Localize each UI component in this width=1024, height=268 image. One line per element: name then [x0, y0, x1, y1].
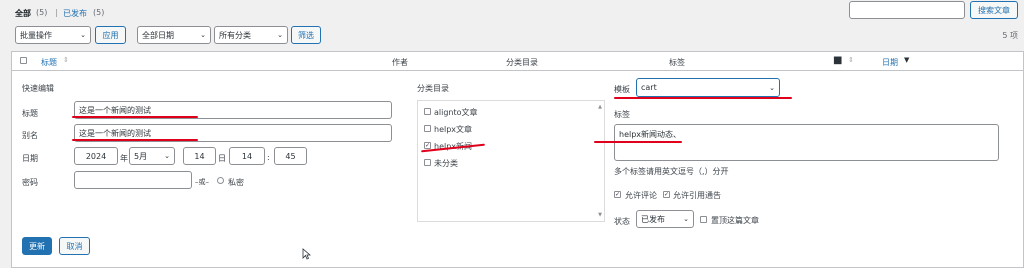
annotation-underline: [72, 116, 198, 118]
chevron-down-icon: ⌄: [277, 31, 283, 39]
filter-published[interactable]: 已发布: [63, 8, 87, 19]
category-filter-value: 所有分类: [219, 30, 251, 40]
sticky-checkbox[interactable]: [700, 216, 707, 223]
status-label: 状态: [614, 217, 630, 226]
annotation-underline: [614, 97, 792, 99]
bulk-actions-value: 批量操作: [20, 30, 52, 40]
select-all-checkbox[interactable]: [20, 57, 27, 64]
title-label: 标题: [22, 109, 38, 118]
status-select[interactable]: 已发布 ⌄: [636, 210, 694, 228]
allow-pings-checkbox[interactable]: ✓: [663, 191, 670, 198]
table-header: 标题 ⇕ 作者 分类目录 标签 ■ ⇕ 日期 ▼: [11, 51, 1024, 71]
tags-hint: 多个标签请用英文逗号（,）分开: [614, 167, 729, 176]
or-text: –或–: [195, 178, 209, 186]
search-button[interactable]: 搜索文章: [970, 1, 1018, 19]
private-label: 私密: [228, 178, 244, 187]
allow-comments-label: 允许评论: [625, 191, 657, 200]
category-checkbox[interactable]: [424, 108, 431, 115]
column-categories: 分类目录: [506, 58, 538, 67]
chevron-down-icon: ⌄: [80, 31, 86, 39]
template-value: cart: [641, 83, 657, 92]
sort-icon: ⇕: [63, 56, 69, 64]
time-colon: :: [267, 153, 270, 162]
annotation-underline: [594, 141, 682, 143]
filter-all[interactable]: 全部: [15, 8, 31, 19]
bulk-actions-select[interactable]: 批量操作 ⌄: [15, 26, 91, 44]
chevron-down-icon: ⌄: [164, 152, 170, 160]
sticky-label: 置顶这篇文章: [711, 216, 759, 225]
search-input[interactable]: [849, 1, 965, 19]
filter-all-count: (5): [36, 8, 48, 17]
password-input[interactable]: [74, 171, 192, 189]
tags-label: 标签: [614, 110, 630, 119]
quick-edit-heading: 快速编辑: [22, 84, 54, 93]
chevron-down-icon: ⌄: [200, 31, 206, 39]
date-filter-select[interactable]: 全部日期 ⌄: [137, 26, 211, 44]
category-checkbox[interactable]: [424, 125, 431, 132]
year-input[interactable]: 2024: [74, 147, 118, 165]
year-unit: 年: [120, 154, 128, 163]
update-button[interactable]: 更新: [22, 237, 52, 255]
minute-input[interactable]: 45: [274, 147, 307, 165]
sort-icon: ⇕: [848, 56, 854, 64]
annotation-underline: [72, 139, 198, 141]
column-author: 作者: [392, 58, 408, 67]
category-filter-select[interactable]: 所有分类 ⌄: [214, 26, 288, 44]
date-filter-value: 全部日期: [142, 30, 174, 40]
category-checkbox-checked[interactable]: ✓: [424, 142, 431, 149]
column-title[interactable]: 标题: [41, 57, 57, 68]
filter-published-count: (5): [93, 8, 105, 17]
slug-label: 别名: [22, 131, 38, 140]
month-select[interactable]: 5月 ⌄: [129, 147, 175, 165]
category-label: alignto文章: [434, 108, 478, 117]
column-tags: 标签: [669, 58, 685, 67]
date-label: 日期: [22, 154, 38, 163]
private-checkbox[interactable]: [217, 177, 224, 184]
filter-button[interactable]: 筛选: [291, 26, 321, 44]
password-label: 密码: [22, 178, 38, 187]
scroll-down-icon[interactable]: ▼: [598, 212, 602, 218]
template-label: 模板: [614, 85, 630, 94]
month-value: 5月: [134, 151, 148, 161]
categories-list: alignto文章 helpx文章 ✓ helpx新闻 未分类 ▲ ▼: [417, 100, 605, 222]
day-unit: 日: [218, 154, 226, 163]
allow-pings-label: 允许引用通告: [673, 191, 721, 200]
categories-heading: 分类目录: [417, 84, 449, 93]
column-date[interactable]: 日期: [882, 57, 898, 68]
status-value: 已发布: [641, 214, 665, 224]
day-input[interactable]: 14: [183, 147, 216, 165]
cancel-button[interactable]: 取消: [59, 237, 90, 255]
category-checkbox[interactable]: [424, 159, 431, 166]
hour-input[interactable]: 14: [229, 147, 265, 165]
comment-icon[interactable]: ■: [833, 55, 842, 66]
chevron-down-icon: ⌄: [769, 83, 775, 92]
category-label: helpx文章: [434, 125, 473, 134]
template-select[interactable]: cart ⌄: [636, 78, 780, 97]
scroll-up-icon[interactable]: ▲: [598, 104, 602, 110]
apply-button[interactable]: 应用: [95, 26, 126, 44]
items-count: 5 项: [1002, 31, 1018, 40]
chevron-down-icon: ⌄: [683, 215, 689, 223]
category-label: 未分类: [434, 159, 458, 168]
mouse-cursor-icon: [302, 248, 311, 260]
quick-edit-panel: 快速编辑 标题 这是一个新闻的测试 别名 这是一个新闻的测试 日期 2024 年…: [11, 71, 1024, 268]
filter-separator: |: [55, 8, 58, 17]
sort-desc-icon: ▼: [904, 56, 910, 64]
allow-comments-checkbox[interactable]: ✓: [614, 191, 621, 198]
